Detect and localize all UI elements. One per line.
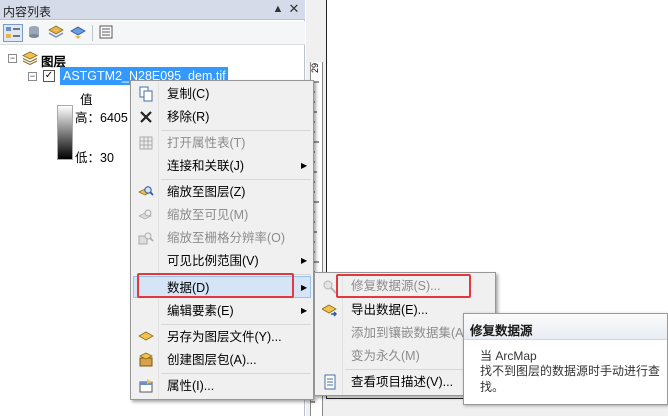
menu-separator [161,324,311,325]
table-icon [138,135,154,151]
menu-item-zoom-to-raster-resolution[interactable]: 缩放至栅格分辨率(O) [133,227,311,249]
layer-package-icon [138,352,154,368]
zoom-to-visible-icon [138,207,154,223]
close-icon[interactable]: ✕ [287,2,301,16]
export-data-icon [321,302,338,318]
layer-file-icon [138,329,154,345]
menu-item-save-as-layer-file[interactable]: 另存为图层文件(Y)... [133,326,311,348]
item-description-icon [322,374,338,390]
tooltip-repair-data-source: 修复数据源 当 ArcMap 找不到图层的数据源时手动进行查找。 [463,313,668,405]
menu-item-visible-scale-range[interactable]: 可见比例范围(V) ▶ [133,250,311,272]
menu-item-zoom-to-visible[interactable]: 缩放至可见(M) [133,204,311,226]
highlight-box-repair-data-source [336,274,471,298]
layer-expander[interactable]: − [28,72,37,81]
toolbar-separator [92,25,93,41]
ruler-number: 29 [310,63,320,74]
menu-separator [161,179,311,180]
submenu-arrow-icon: ▶ [301,306,308,315]
tooltip-header: 修复数据源 [464,314,667,340]
menu-item-zoom-to-layer[interactable]: 缩放至图层(Z) [133,181,311,203]
tooltip-description: 找不到图层的数据源时手动进行查找。 [480,364,661,394]
pin-icon[interactable]: ▲ [271,2,285,16]
toc-toolbar [0,21,305,45]
zoom-to-raster-resolution-icon [138,230,154,246]
menu-item-edit-features[interactable]: 编辑要素(E) ▶ [133,300,311,322]
layer-visibility-checkbox[interactable]: ✓ [43,70,55,82]
group-expander[interactable]: − [8,54,17,63]
legend-low-label: 低：30 [75,151,114,165]
layers-group-icon [22,51,38,65]
toc-title: 内容列表 [3,5,52,19]
menu-item-create-layer-package[interactable]: 创建图层包(A)... [133,349,311,371]
elevation-color-ramp [57,105,73,160]
list-by-drawing-order-icon[interactable] [3,24,23,42]
menu-item-remove[interactable]: 移除(R) [133,106,311,128]
options-icon[interactable] [97,24,117,42]
submenu-arrow-icon: ▶ [301,283,308,292]
legend-high-label: 高：6405 [75,111,128,125]
menu-item-open-attribute-table[interactable]: 打开属性表(T) [133,132,311,154]
tooltip-title: 修复数据源 [470,324,533,338]
properties-icon [138,378,154,394]
toc-title-bar: 内容列表 ▲ ✕ [0,0,305,20]
highlight-box-data [137,273,294,298]
list-by-selection-icon[interactable] [69,24,89,42]
list-by-visibility-icon[interactable] [47,24,67,42]
menu-separator [161,373,311,374]
copy-icon [138,86,154,102]
tooltip-subtitle: 当 ArcMap [480,349,537,363]
menu-item-copy[interactable]: 复制(C) [133,83,311,105]
layer-context-menu: 复制(C) 移除(R) 打开属性表(T) 连接和关联(J) ▶ 缩放至图层(Z)… [130,80,314,400]
legend-field-label: 值 [80,93,93,107]
list-by-source-icon[interactable] [25,24,45,42]
remove-x-icon [138,109,154,125]
menu-item-properties[interactable]: 属性(I)... [133,375,311,397]
zoom-to-layer-icon [138,184,154,200]
menu-item-joins-relates[interactable]: 连接和关联(J) ▶ [133,155,311,177]
submenu-arrow-icon: ▶ [301,161,308,170]
submenu-arrow-icon: ▶ [301,256,308,265]
menu-separator [161,130,311,131]
